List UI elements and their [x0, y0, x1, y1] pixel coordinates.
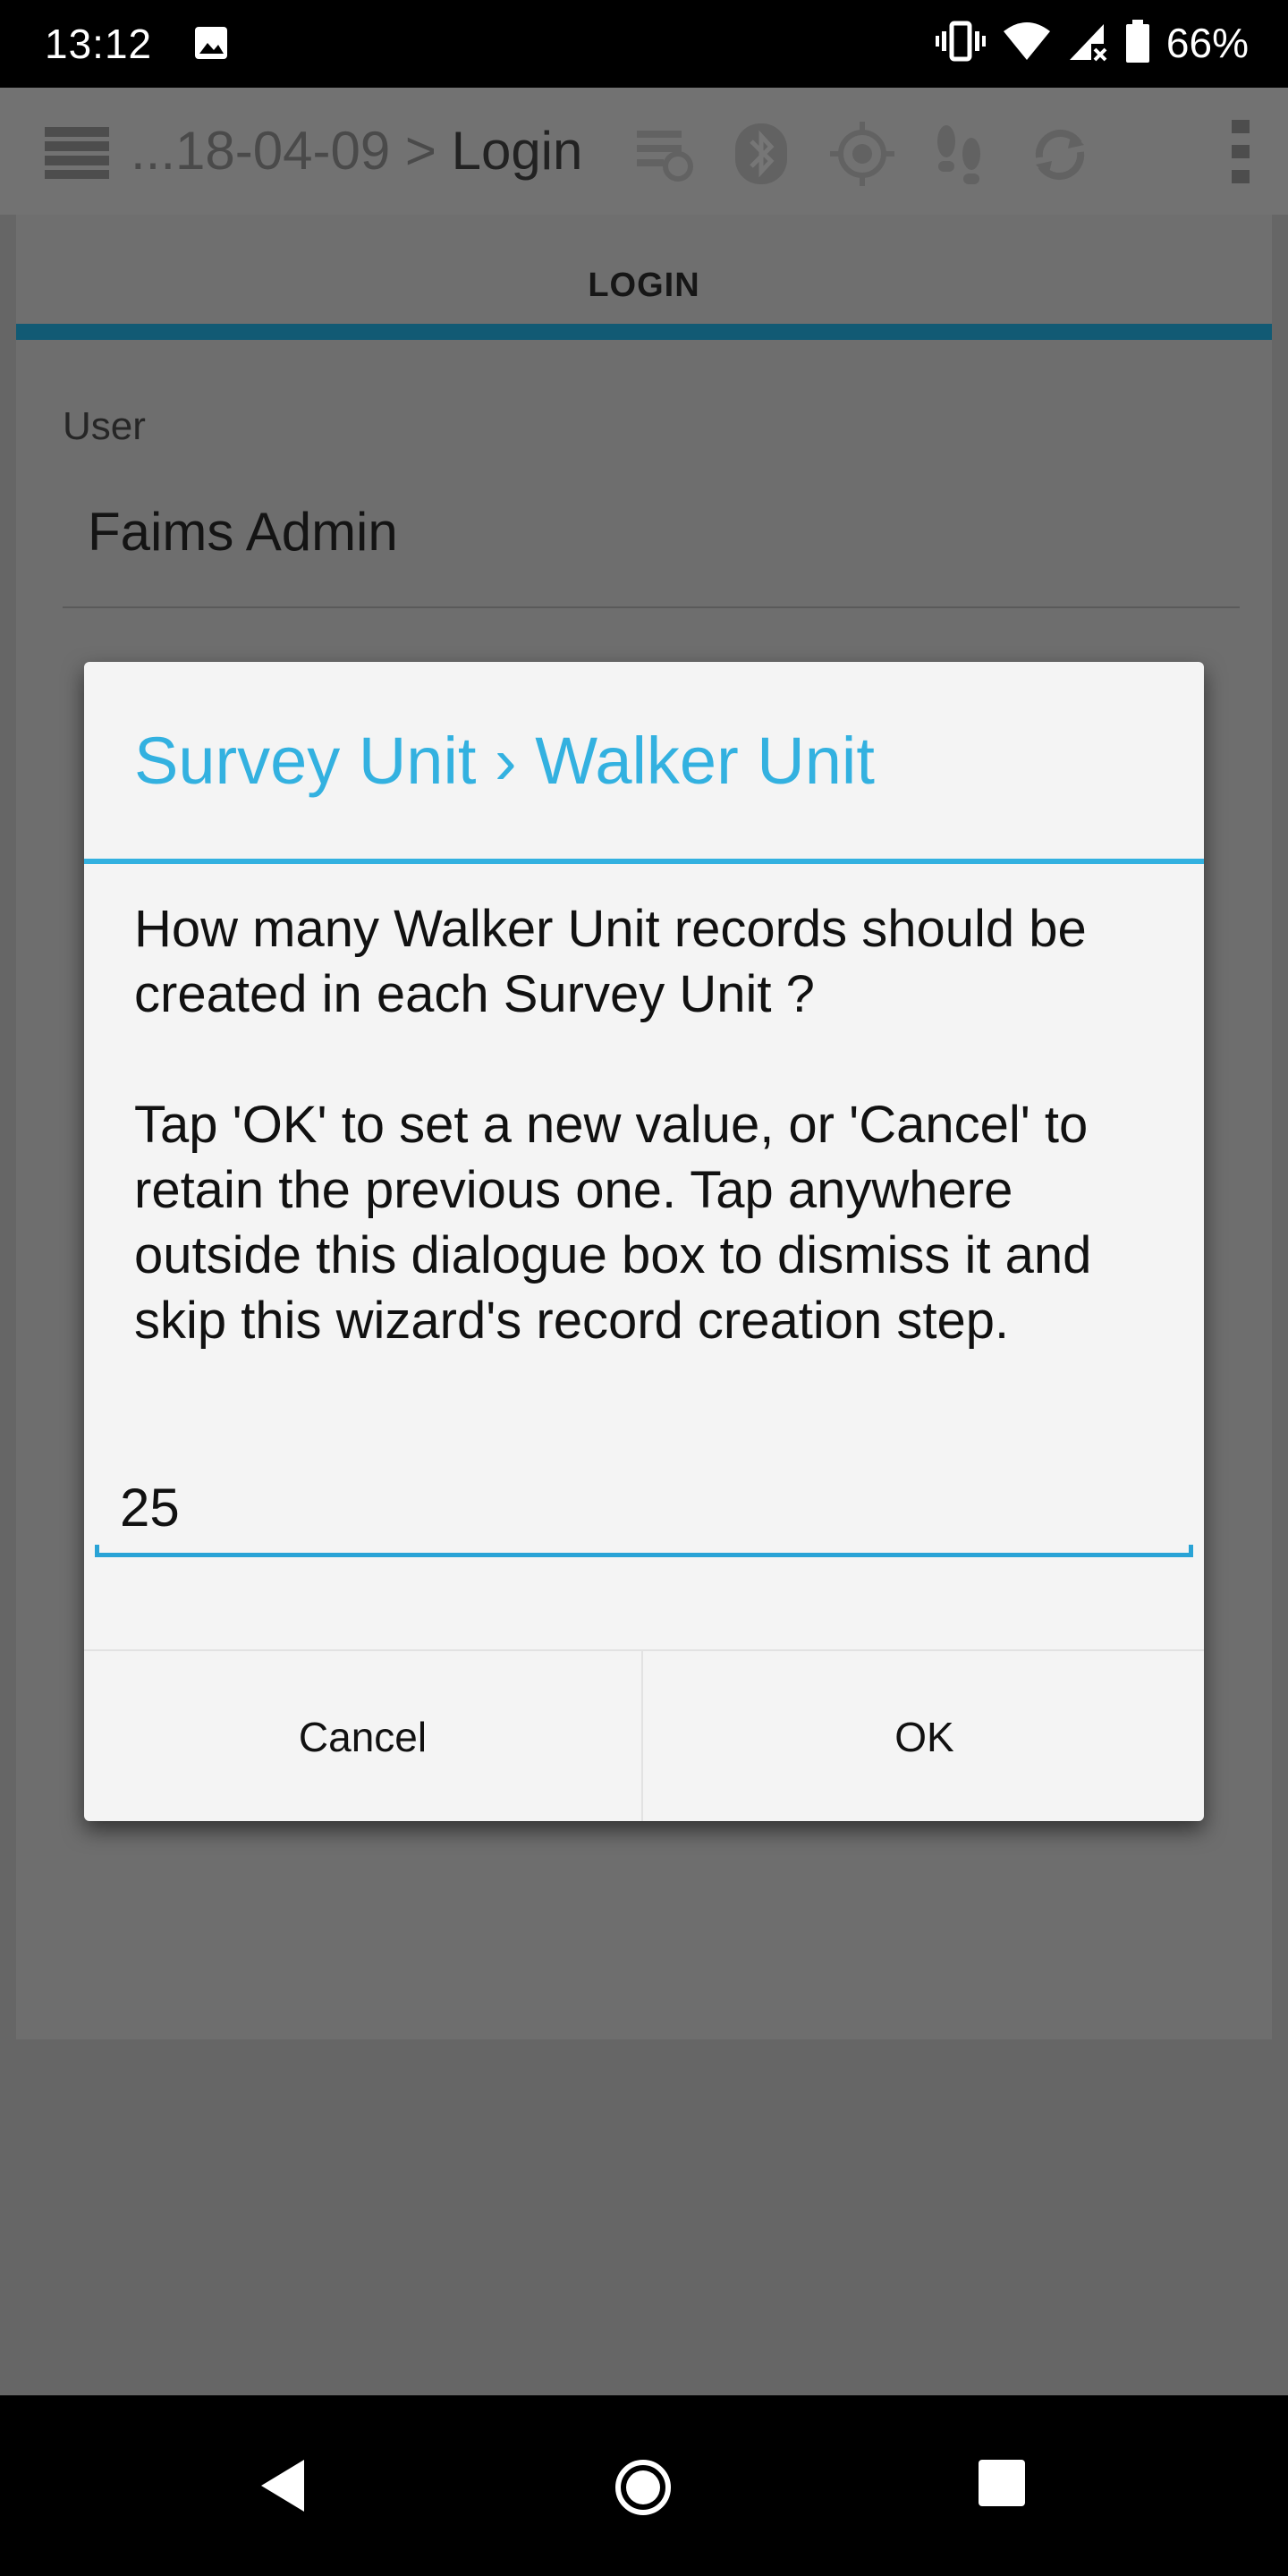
image-icon	[193, 25, 229, 65]
tab-login[interactable]: LOGIN	[16, 267, 1272, 305]
breadcrumb-path[interactable]: ...18-04-09 >	[131, 121, 436, 181]
user-label: User	[63, 404, 146, 448]
status-icons: 66%	[935, 16, 1249, 70]
breadcrumb-current: Login	[451, 121, 583, 181]
dialog-button-row: Cancel OK	[84, 1649, 1204, 1821]
wifi-icon	[1002, 21, 1052, 66]
dialog-title-divider	[84, 859, 1204, 864]
bluetooth-icon[interactable]	[732, 122, 791, 191]
app-toolbar: ...18-04-09 > Login	[0, 88, 1288, 215]
navigation-bar	[0, 2395, 1288, 2576]
input-underline	[95, 1545, 1193, 1557]
dialog-instructions: Tap 'OK' to set a new value, or 'Cancel'…	[134, 1096, 1092, 1350]
cell-signal-icon	[1068, 21, 1109, 66]
tracking-icon[interactable]	[927, 122, 991, 191]
dialog-question: How many Walker Unit records should be c…	[134, 900, 1087, 1023]
battery-icon	[1125, 19, 1150, 67]
back-icon[interactable]	[258, 2458, 308, 2518]
status-bar: 13:12 66%	[0, 0, 1288, 88]
user-underline	[63, 606, 1240, 608]
record-count-input[interactable]	[95, 1474, 1204, 1540]
ok-button[interactable]: OK	[645, 1651, 1204, 1821]
tab-bar: LOGIN	[16, 215, 1272, 340]
record-count-dialog: Survey Unit › Walker Unit How many Walke…	[84, 662, 1204, 1821]
tab-indicator	[16, 324, 1272, 340]
home-icon[interactable]	[614, 2458, 673, 2521]
sync-icon[interactable]	[1027, 122, 1093, 192]
overflow-menu-icon[interactable]	[1231, 120, 1250, 189]
status-time: 13:12	[45, 21, 153, 67]
dialog-title: Survey Unit › Walker Unit	[134, 724, 875, 798]
menu-icon[interactable]	[45, 125, 109, 183]
dialog-message: How many Walker Unit records should be c…	[134, 896, 1163, 1353]
sync-status-icon[interactable]	[633, 122, 696, 189]
vibrate-icon	[935, 21, 986, 66]
user-select[interactable]: Faims Admin	[88, 501, 398, 563]
battery-percentage: 66%	[1165, 20, 1249, 66]
breadcrumb[interactable]: ...18-04-09 > Login	[131, 120, 582, 182]
gps-icon[interactable]	[830, 122, 894, 191]
recents-icon[interactable]	[977, 2458, 1027, 2512]
cancel-button[interactable]: Cancel	[84, 1651, 643, 1821]
